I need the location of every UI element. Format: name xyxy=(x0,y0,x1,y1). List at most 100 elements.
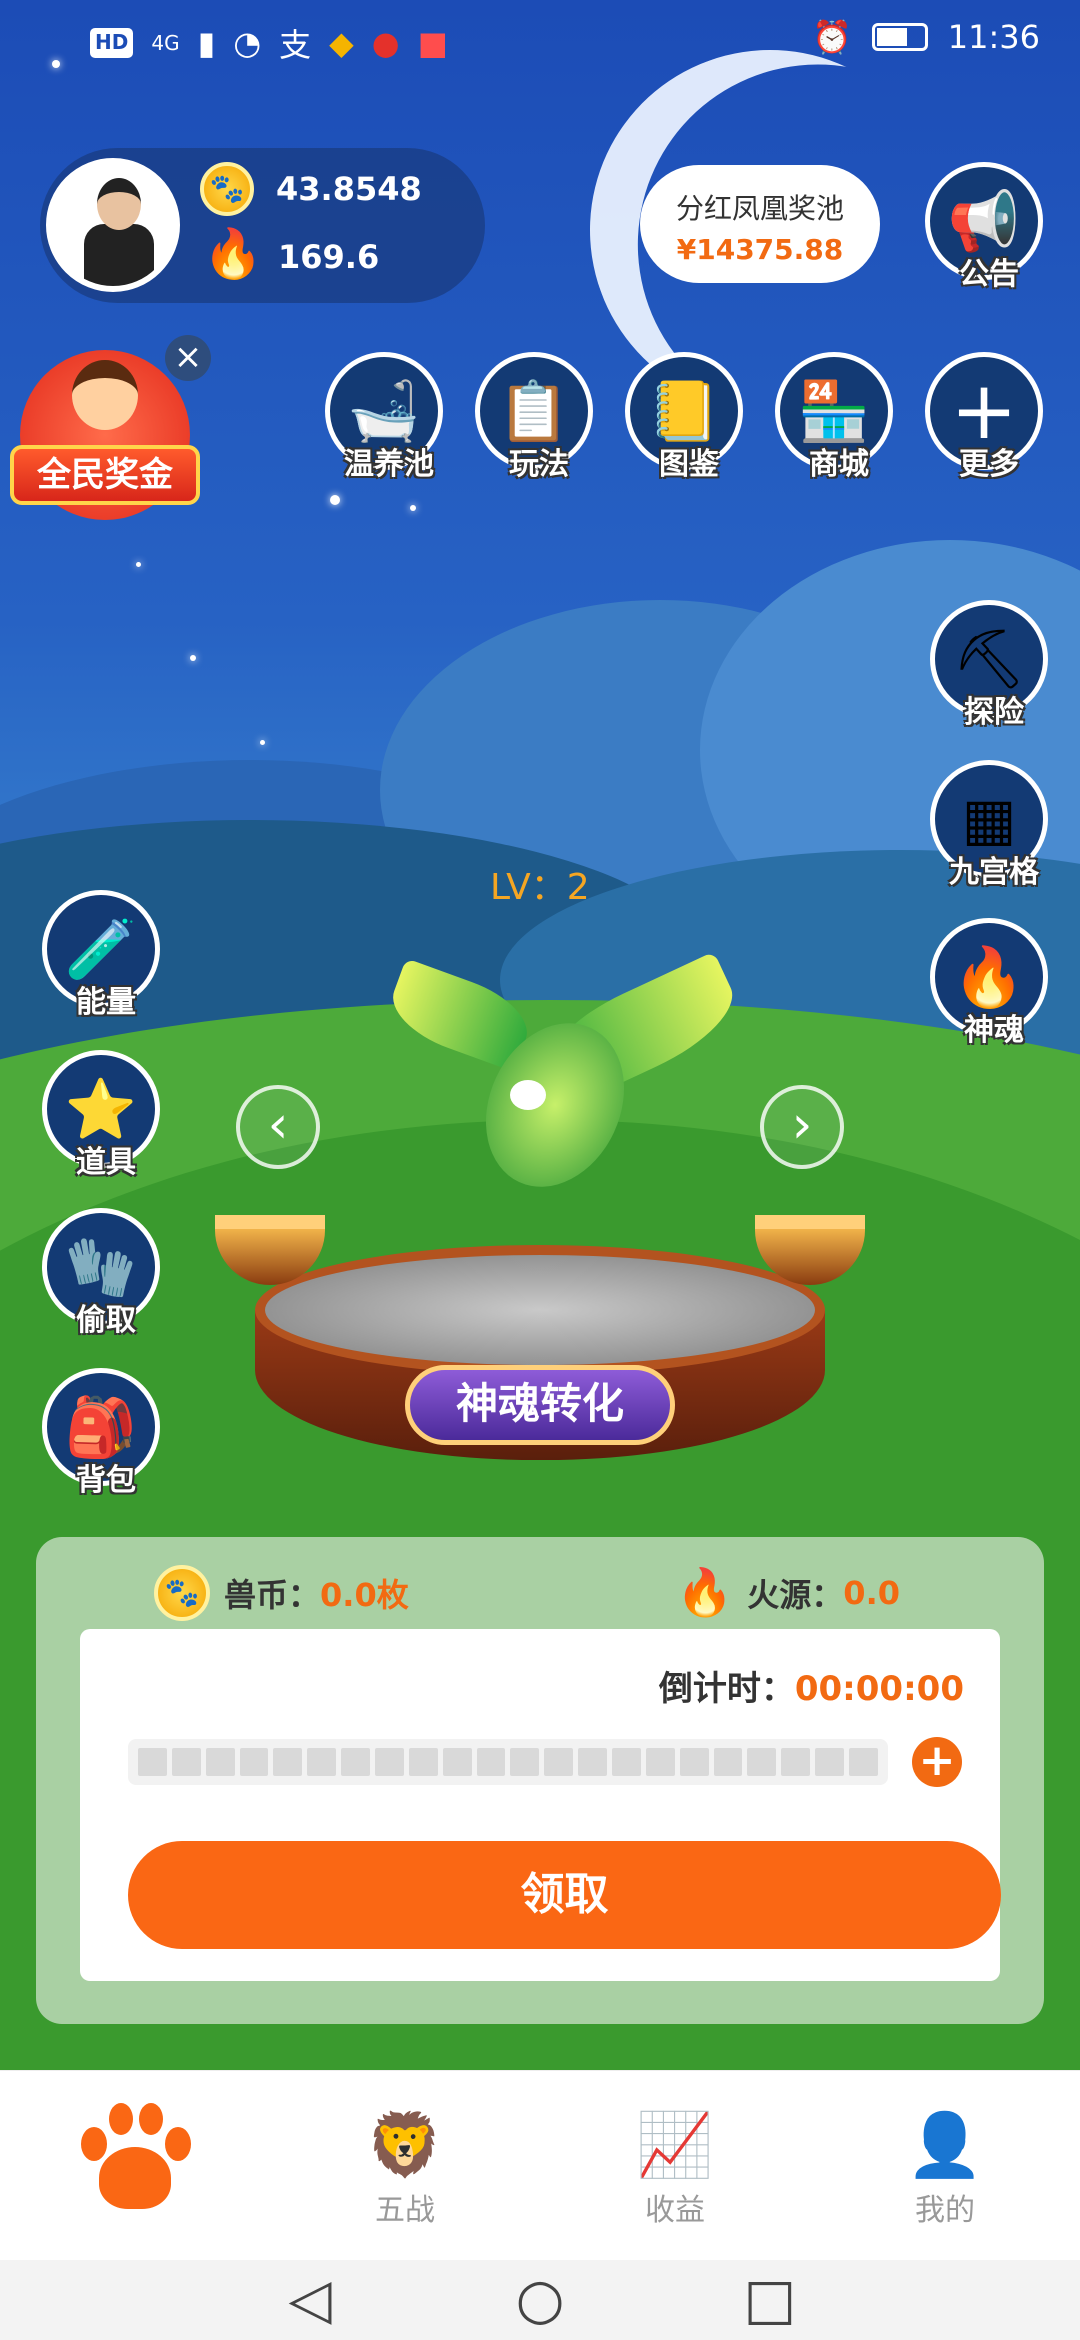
pet-phoenix[interactable] xyxy=(382,951,748,1290)
menu-warm-pool[interactable]: 🛁 温养池 xyxy=(325,352,443,482)
avatar-head xyxy=(97,178,141,230)
tab-earnings[interactable]: 📈 收益 xyxy=(575,2071,775,2261)
star-decoration xyxy=(330,495,340,505)
close-icon[interactable]: × xyxy=(165,335,211,381)
menu-gameplay[interactable]: 📋 玩法 xyxy=(475,352,593,482)
countdown-label: 倒计时： xyxy=(658,1669,795,1709)
profile-card[interactable]: 🐾 43.8548 🔥 169.6 xyxy=(40,148,485,303)
progress-segment xyxy=(713,1748,743,1776)
home-icon[interactable]: ○ xyxy=(508,2268,572,2332)
progress-segment xyxy=(849,1748,878,1776)
paw-coin-icon: 🐾 xyxy=(154,1565,210,1621)
star-decoration xyxy=(260,740,265,745)
beast-coin-stat: 🐾 兽币： 0.0枚 xyxy=(154,1565,409,1621)
hd-icon: HD xyxy=(90,28,134,58)
tab-five-war[interactable]: 🦁 五战 xyxy=(305,2071,505,2261)
progress-segment xyxy=(239,1748,269,1776)
back-icon[interactable]: ◁ xyxy=(278,2268,342,2332)
prev-pet-button[interactable]: ‹ xyxy=(236,1085,320,1169)
menu-label: 神魂 xyxy=(964,1013,1024,1048)
star-decoration xyxy=(410,505,416,511)
menu-shop[interactable]: 🏪 商城 xyxy=(775,352,893,482)
menu-label: 能量 xyxy=(76,985,136,1020)
menu-items[interactable]: ⭐ 道具 xyxy=(42,1050,160,1180)
progress-segment xyxy=(375,1748,404,1776)
menu-label: 九宫格 xyxy=(949,855,1039,890)
recents-icon[interactable]: □ xyxy=(738,2268,802,2332)
dividend-pool[interactable]: 分红凤凰奖池 ¥14375.88 xyxy=(640,165,880,283)
user-icon: 👤 xyxy=(906,2108,984,2181)
tab-label: 我的 xyxy=(915,2193,975,2228)
promo-mascot xyxy=(72,360,138,430)
progress-segment xyxy=(341,1748,371,1776)
progress-segment xyxy=(679,1748,709,1776)
book-app-icon: ■ xyxy=(417,24,448,62)
pool-amount: ¥14375.88 xyxy=(676,233,844,266)
menu-label: 温养池 xyxy=(344,447,434,482)
avatar[interactable] xyxy=(46,158,180,292)
fire-source-label: 火源： xyxy=(747,1575,844,1614)
alipay-icon: 支 xyxy=(279,26,312,64)
menu-label: 玩法 xyxy=(509,447,569,482)
bonus-promo[interactable]: 全民奖金 × xyxy=(10,330,211,520)
pet-eye xyxy=(510,1080,546,1110)
pet-level: LV：2 xyxy=(490,867,590,908)
progress-segment xyxy=(408,1748,438,1776)
progress-segment xyxy=(205,1748,235,1776)
alarm-icon: ⏰ xyxy=(811,18,852,56)
chart-icon: 📈 xyxy=(636,2108,714,2181)
weibo-icon: ● xyxy=(371,24,400,62)
progress-segment xyxy=(815,1748,845,1776)
app-icon: ◆ xyxy=(329,24,354,62)
progress-segment xyxy=(645,1748,675,1776)
progress-segment xyxy=(273,1748,303,1776)
menu-label: 更多 xyxy=(959,447,1019,482)
progress-segment xyxy=(442,1748,472,1776)
menu-backpack[interactable]: 🎒 背包 xyxy=(42,1368,160,1498)
menu-label: 探险 xyxy=(964,695,1024,730)
wifi-icon: ◔ xyxy=(233,24,262,62)
signal-icon: ▮ xyxy=(197,24,216,62)
progress-segment xyxy=(510,1748,540,1776)
menu-spirit[interactable]: 🔥 神魂 xyxy=(930,918,1048,1048)
next-pet-button[interactable]: › xyxy=(760,1085,844,1169)
add-button[interactable]: + xyxy=(912,1737,962,1787)
tab-home[interactable] xyxy=(35,2071,235,2261)
star-decoration xyxy=(190,655,196,661)
fire-icon: 🔥 xyxy=(676,1565,734,1619)
progress-bar xyxy=(128,1739,888,1785)
tab-profile[interactable]: 👤 我的 xyxy=(845,2071,1045,2261)
countdown-card: 倒计时：00:00:00 + 领取 xyxy=(80,1629,1001,1981)
progress-segment xyxy=(476,1748,506,1776)
progress-segment xyxy=(307,1748,337,1776)
menu-nine-grid[interactable]: ▦ 九宫格 xyxy=(930,760,1048,890)
claim-button[interactable]: 领取 xyxy=(128,1841,1001,1949)
menu-catalog[interactable]: 📒 图鉴 xyxy=(625,352,743,482)
fire-icon: 🔥 xyxy=(203,226,263,282)
promo-label: 全民奖金 xyxy=(10,445,200,505)
beast-coin-label: 兽币： xyxy=(224,1576,321,1614)
network-label: 4G xyxy=(151,31,180,55)
progress-segment xyxy=(747,1748,777,1776)
progress-segment xyxy=(612,1748,641,1776)
clock: 11:36 xyxy=(947,18,1040,56)
menu-explore[interactable]: ⛏ 探险 xyxy=(930,600,1048,730)
countdown: 倒计时：00:00:00 xyxy=(659,1661,964,1710)
menu-steal[interactable]: 🧤 偷取 xyxy=(42,1208,160,1338)
fire-source-stat: 🔥 火源： 0.0 xyxy=(676,1565,900,1620)
fire-source-value: 0.0 xyxy=(843,1573,900,1612)
progress-segment xyxy=(171,1748,201,1776)
menu-energy[interactable]: 🧪 能量 xyxy=(42,890,160,1020)
countdown-value: 00:00:00 xyxy=(794,1669,964,1709)
status-bar: HD 4G ▮ ◔ 支 ◆ ● ■ ⏰ 11:36 xyxy=(0,0,1080,80)
beast-coin-value: 0.0枚 xyxy=(320,1576,409,1614)
menu-label: 道具 xyxy=(76,1145,136,1180)
announcement-label: 公告 xyxy=(959,257,1019,292)
progress-segment xyxy=(138,1748,167,1776)
announcement-button[interactable]: 📢 公告 xyxy=(925,162,1043,292)
reward-panel: 🐾 兽币： 0.0枚 🔥 火源： 0.0 倒计时：00:00:00 + 领取 xyxy=(36,1537,1044,2024)
menu-more[interactable]: + 更多 xyxy=(925,352,1043,482)
paw-icon xyxy=(75,2097,195,2217)
soul-transform-button[interactable]: 神魂转化 xyxy=(405,1365,675,1445)
pool-title: 分红凤凰奖池 xyxy=(675,192,844,225)
